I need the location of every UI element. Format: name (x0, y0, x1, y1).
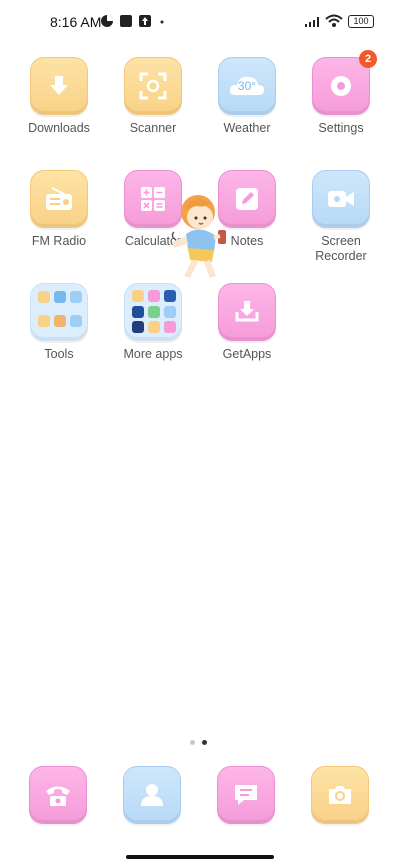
status-time: 8:16 AM (50, 14, 102, 30)
battery-level: 100 (353, 16, 369, 26)
app-label: Weather (223, 121, 271, 135)
status-bar: 8:16 AM 100 (0, 0, 400, 44)
mini-app-icon (54, 291, 66, 303)
dock-phone[interactable] (29, 766, 87, 824)
settings-icon (331, 76, 351, 96)
more-dot-icon (160, 20, 164, 24)
app-getapps[interactable]: GetApps (202, 283, 292, 362)
download-icon (50, 76, 68, 95)
mini-app-icon (148, 321, 160, 334)
folder-preview-grid (132, 290, 176, 334)
radio-icon (46, 187, 72, 210)
folder-preview-grid (38, 291, 82, 335)
weather-temperature: 30° (237, 79, 257, 93)
app-label: Screen Recorder (315, 234, 367, 263)
mini-app-icon (38, 291, 50, 303)
mini-app-icon (164, 290, 176, 302)
mini-app-icon (132, 321, 144, 334)
dock-contacts[interactable] (123, 766, 181, 824)
getapps-tile[interactable] (218, 283, 276, 341)
fm-radio-tile[interactable] (30, 170, 88, 228)
mini-app-icon (132, 305, 144, 318)
downloads-tile[interactable] (30, 57, 88, 115)
camera-icon (329, 786, 351, 804)
wifi-icon (325, 14, 343, 27)
page-dot-active[interactable] (202, 740, 207, 745)
notes-icon (236, 188, 258, 210)
screen-recorder-tile[interactable] (312, 170, 370, 228)
folder-tools[interactable]: Tools (14, 283, 104, 362)
app-downloads[interactable]: Downloads (14, 57, 104, 136)
tools-folder-tile[interactable] (30, 283, 88, 341)
phone-icon (46, 786, 70, 806)
mini-app-icon (164, 321, 176, 334)
scanner-tile[interactable] (124, 57, 182, 115)
app-settings[interactable]: 2 Settings (296, 50, 386, 136)
contacts-icon (141, 784, 163, 806)
app-label: Settings (318, 121, 364, 135)
notification-badge: 2 (359, 50, 377, 68)
app-fm-radio[interactable]: FM Radio (14, 170, 104, 249)
app-scanner[interactable]: Scanner (108, 57, 198, 136)
app-label: Downloads (28, 121, 90, 135)
screen-recorder-icon (328, 191, 354, 207)
scanner-icon (139, 72, 167, 100)
app-label: Scanner (129, 121, 177, 135)
mini-app-icon (148, 290, 160, 302)
mini-app-icon (148, 305, 160, 318)
weather-tile[interactable]: 30° (218, 57, 276, 115)
more-apps-folder-tile[interactable] (124, 283, 182, 341)
pinwheel-notification-icon (101, 15, 113, 27)
mini-app-icon (164, 305, 176, 318)
app-screen-recorder[interactable]: Screen Recorder (296, 170, 386, 264)
dock-camera[interactable] (311, 766, 369, 824)
calculator-icon (141, 187, 165, 211)
messages-icon (235, 785, 257, 805)
page-dot[interactable] (190, 740, 195, 745)
square-notification-icon (120, 15, 132, 27)
boy-sticker-widget[interactable] (166, 190, 236, 290)
folder-more-apps[interactable]: More apps (108, 283, 198, 362)
mini-app-icon (54, 315, 66, 327)
getapps-icon (235, 301, 259, 322)
mini-app-icon (70, 315, 82, 327)
battery-icon: 100 (348, 15, 374, 28)
dock-messages[interactable] (217, 766, 275, 824)
home-gesture-bar[interactable] (126, 855, 274, 859)
mini-app-icon (132, 290, 144, 302)
settings-tile[interactable]: 2 (312, 50, 377, 115)
upload-notification-icon (139, 15, 151, 27)
page-indicator[interactable] (190, 732, 214, 750)
app-label: More apps (123, 347, 183, 361)
app-label: GetApps (222, 347, 272, 361)
mini-app-icon (38, 315, 50, 327)
app-label: Tools (44, 347, 74, 361)
app-label: FM Radio (31, 234, 87, 248)
cell-signal-icon (305, 17, 319, 27)
app-weather[interactable]: 30° Weather (202, 57, 292, 136)
mini-app-icon (70, 291, 82, 303)
